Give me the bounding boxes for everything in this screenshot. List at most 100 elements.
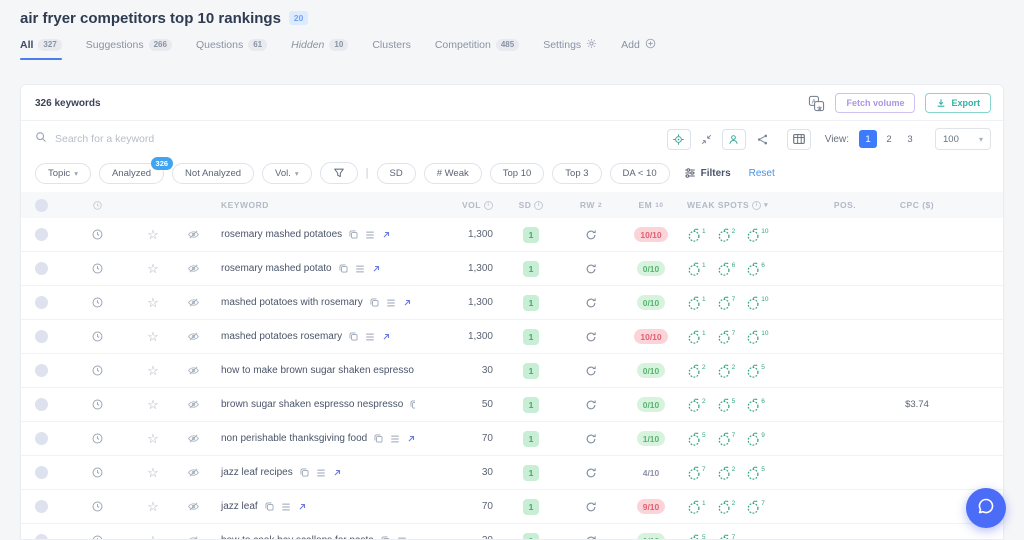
hide-eye-icon[interactable] xyxy=(173,330,213,343)
tab-all[interactable]: All327 xyxy=(20,39,62,60)
rw-column-header[interactable]: RW2 xyxy=(563,200,619,210)
hide-eye-icon[interactable] xyxy=(173,296,213,309)
tab-settings[interactable]: Settings xyxy=(543,38,597,61)
table-view-icon[interactable] xyxy=(787,129,811,150)
weak-spot-fruit-icon[interactable]: 2 xyxy=(717,499,736,515)
weak-spot-fruit-icon[interactable]: 2 xyxy=(687,363,706,379)
tab-questions[interactable]: Questions61 xyxy=(196,39,267,60)
collapse-arrows-icon[interactable] xyxy=(699,134,714,145)
refresh-icon[interactable] xyxy=(563,297,619,309)
filter-chip-da-10[interactable]: DA < 10 xyxy=(610,163,670,184)
weak-spot-fruit-icon[interactable]: 7 xyxy=(687,465,706,481)
page-button-1[interactable]: 1 xyxy=(859,130,877,148)
serp-list-icon[interactable] xyxy=(355,264,365,274)
history-icon[interactable] xyxy=(61,534,133,540)
em-column-header[interactable]: EM10 xyxy=(619,200,683,210)
favorite-star-icon[interactable]: ☆ xyxy=(147,364,159,377)
hide-eye-icon[interactable] xyxy=(173,534,213,540)
copy-icon[interactable] xyxy=(373,433,384,444)
weak-spot-fruit-icon[interactable]: 5 xyxy=(746,465,765,481)
hide-eye-icon[interactable] xyxy=(173,228,213,241)
history-icon[interactable] xyxy=(61,262,133,275)
pos-column-header[interactable]: Pos. xyxy=(819,200,871,210)
copy-icon[interactable] xyxy=(380,535,391,540)
weak-spot-fruit-icon[interactable]: 1 xyxy=(687,227,706,243)
favorite-star-icon[interactable]: ☆ xyxy=(147,330,159,343)
row-checkbox[interactable] xyxy=(35,228,48,241)
weak-spot-fruit-icon[interactable]: 2 xyxy=(717,465,736,481)
history-icon[interactable] xyxy=(61,432,133,445)
user-icon[interactable] xyxy=(722,129,746,150)
history-icon[interactable] xyxy=(61,296,133,309)
copy-icon[interactable] xyxy=(299,467,310,478)
weak-spot-fruit-icon[interactable]: 5 xyxy=(687,533,706,540)
favorite-star-icon[interactable]: ☆ xyxy=(147,466,159,479)
row-checkbox[interactable] xyxy=(35,364,48,377)
favorite-star-icon[interactable]: ☆ xyxy=(147,228,159,241)
favorite-star-icon[interactable]: ☆ xyxy=(147,500,159,513)
weak-spot-fruit-icon[interactable]: 9 xyxy=(746,431,765,447)
weak-spot-fruit-icon[interactable]: 6 xyxy=(746,397,765,413)
keyword-column-header[interactable]: Keyword xyxy=(213,200,415,210)
row-checkbox[interactable] xyxy=(35,534,48,540)
external-link-icon[interactable] xyxy=(332,468,342,478)
hide-eye-icon[interactable] xyxy=(173,466,213,479)
copy-icon[interactable] xyxy=(348,229,359,240)
target-icon[interactable] xyxy=(667,129,691,150)
row-checkbox[interactable] xyxy=(35,500,48,513)
filter-chip-topic[interactable]: Topic▾ xyxy=(35,163,91,184)
tab-competition[interactable]: Competition485 xyxy=(435,39,519,60)
tab-add[interactable]: Add xyxy=(621,38,656,61)
weak-spot-fruit-icon[interactable]: 1 xyxy=(687,329,706,345)
serp-list-icon[interactable] xyxy=(365,230,375,240)
favorite-star-icon[interactable]: ☆ xyxy=(147,432,159,445)
page-button-2[interactable]: 2 xyxy=(880,130,898,148)
weak-spot-fruit-icon[interactable]: 6 xyxy=(746,261,765,277)
filters-button[interactable]: Filters xyxy=(684,167,731,179)
copy-icon[interactable] xyxy=(264,501,275,512)
translate-icon[interactable]: A xyxy=(808,95,825,112)
weak-spot-fruit-icon[interactable]: 2 xyxy=(717,227,736,243)
row-checkbox[interactable] xyxy=(35,398,48,411)
hide-eye-icon[interactable] xyxy=(173,262,213,275)
hide-eye-icon[interactable] xyxy=(173,432,213,445)
filter-chip--weak[interactable]: # Weak xyxy=(424,163,482,184)
refresh-icon[interactable] xyxy=(563,229,619,241)
refresh-icon[interactable] xyxy=(563,501,619,513)
history-icon[interactable] xyxy=(61,500,133,513)
external-link-icon[interactable] xyxy=(406,434,415,444)
serp-list-icon[interactable] xyxy=(397,536,407,540)
weak-spot-fruit-icon[interactable]: 7 xyxy=(717,295,736,311)
row-checkbox[interactable] xyxy=(35,432,48,445)
external-link-icon[interactable] xyxy=(297,502,307,512)
weak-spot-fruit-icon[interactable]: 10 xyxy=(746,295,768,311)
tab-suggestions[interactable]: Suggestions266 xyxy=(86,39,172,60)
weak-spot-fruit-icon[interactable]: 10 xyxy=(746,329,768,345)
history-icon[interactable] xyxy=(61,228,133,241)
weak-spot-fruit-icon[interactable]: 1 xyxy=(687,261,706,277)
serp-list-icon[interactable] xyxy=(316,468,326,478)
refresh-icon[interactable] xyxy=(563,535,619,540)
refresh-icon[interactable] xyxy=(563,365,619,377)
weak-spot-fruit-icon[interactable]: 5 xyxy=(746,363,765,379)
serp-list-icon[interactable] xyxy=(386,298,396,308)
weak-spot-fruit-icon[interactable]: 6 xyxy=(717,261,736,277)
history-icon[interactable] xyxy=(61,466,133,479)
serp-list-icon[interactable] xyxy=(281,502,291,512)
serp-list-icon[interactable] xyxy=(390,434,400,444)
cpc-column-header[interactable]: CPC ($) xyxy=(871,200,963,210)
refresh-icon[interactable] xyxy=(563,263,619,275)
tab-hidden[interactable]: Hidden10 xyxy=(291,39,348,60)
fetch-volume-button[interactable]: Fetch volume xyxy=(835,93,915,113)
vol-column-header[interactable]: Voli xyxy=(415,200,499,210)
weak-spot-fruit-icon[interactable]: 5 xyxy=(717,397,736,413)
history-icon[interactable] xyxy=(61,364,133,377)
sd-column-header[interactable]: SDi xyxy=(499,200,563,210)
weak-spot-fruit-icon[interactable]: 5 xyxy=(687,431,706,447)
history-icon[interactable] xyxy=(61,330,133,343)
row-checkbox[interactable] xyxy=(35,466,48,479)
history-icon[interactable] xyxy=(61,398,133,411)
filter-chip-vol-[interactable]: Vol.▾ xyxy=(262,163,312,184)
reset-link[interactable]: Reset xyxy=(749,168,775,179)
search-input[interactable] xyxy=(55,133,667,145)
